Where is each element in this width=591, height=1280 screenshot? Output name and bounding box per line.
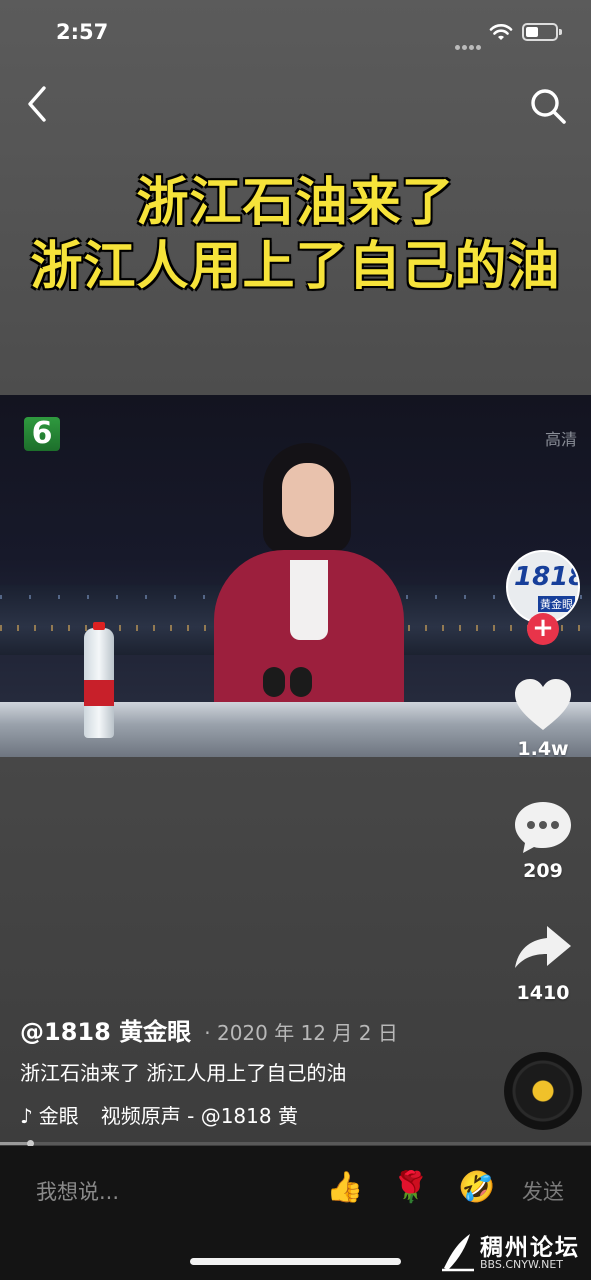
share-button[interactable]: 1410 (505, 922, 581, 1004)
microphone-right (290, 667, 312, 697)
avatar-logo-text: 1818 (514, 562, 580, 592)
water-bottle (84, 622, 114, 738)
video-title-line-2: 浙江人用上了自己的油 (30, 237, 561, 297)
speech-bubble-icon (515, 802, 571, 853)
avatar-logo-sub: 黄金眼 (538, 596, 575, 612)
cellular-signal-icon (455, 35, 483, 50)
wifi-icon (489, 24, 513, 40)
video-progress-bar[interactable] (0, 1140, 591, 1147)
video-player[interactable]: 6 高清 (0, 395, 591, 757)
video-feed-screen: 2:57 浙江石油来了 浙江人用上了自己的油 6 高清 1818 黄金眼 + 1… (0, 0, 591, 1280)
microphone-left (263, 667, 285, 697)
watermark-url: BBS.CNYW.NET (480, 1258, 564, 1271)
forum-watermark: 稠州论坛 BBS.CNYW.NET (440, 1228, 590, 1278)
thumbs-up-emoji-button[interactable]: 👍 (326, 1170, 363, 1205)
follow-plus-button[interactable]: + (527, 613, 559, 645)
comment-button[interactable]: 209 (505, 800, 581, 882)
share-arrow-icon (515, 926, 571, 968)
comment-count: 209 (523, 860, 563, 882)
music-disc-icon[interactable] (504, 1052, 582, 1130)
music-info[interactable]: ♪ 金眼 视频原声 - @1818 黄 (20, 1100, 332, 1129)
post-caption: 浙江石油来了 浙江人用上了自己的油 (20, 1061, 347, 1085)
music-user: 金眼 (38, 1104, 79, 1128)
share-count: 1410 (516, 982, 570, 1004)
laughing-emoji-button[interactable]: 🤣 (458, 1170, 495, 1205)
battery-icon (522, 23, 562, 41)
search-icon[interactable] (528, 86, 568, 126)
status-time: 2:57 (56, 20, 109, 44)
author-name[interactable]: @1818 黄金眼 (20, 1018, 191, 1046)
channel-logo: 6 (24, 417, 60, 451)
progress-played (0, 1142, 30, 1145)
quality-label: 高清 (544, 430, 577, 449)
news-anchor-face (282, 463, 334, 537)
music-note-icon: ♪ (20, 1104, 33, 1128)
comment-input[interactable]: 我想说... (36, 1176, 119, 1206)
status-bar: 2:57 (0, 0, 591, 60)
watermark-name: 稠州论坛 (480, 1235, 580, 1261)
music-title: 视频原声 - @1818 黄 (100, 1104, 298, 1128)
back-chevron-icon[interactable] (20, 84, 56, 124)
forum-logo-icon (442, 1234, 474, 1272)
heart-icon (515, 679, 571, 730)
send-button[interactable]: 发送 (522, 1176, 564, 1206)
rose-emoji-button[interactable]: 🌹 (392, 1170, 429, 1205)
home-indicator[interactable] (190, 1258, 401, 1265)
post-date: · 2020 年 12 月 2 日 (204, 1021, 398, 1045)
like-count: 1.4w (517, 738, 569, 760)
post-meta: @1818 黄金眼 · 2020 年 12 月 2 日 (20, 1012, 398, 1047)
like-button[interactable]: 1.4w (505, 678, 581, 760)
news-anchor-shirt (290, 560, 328, 640)
